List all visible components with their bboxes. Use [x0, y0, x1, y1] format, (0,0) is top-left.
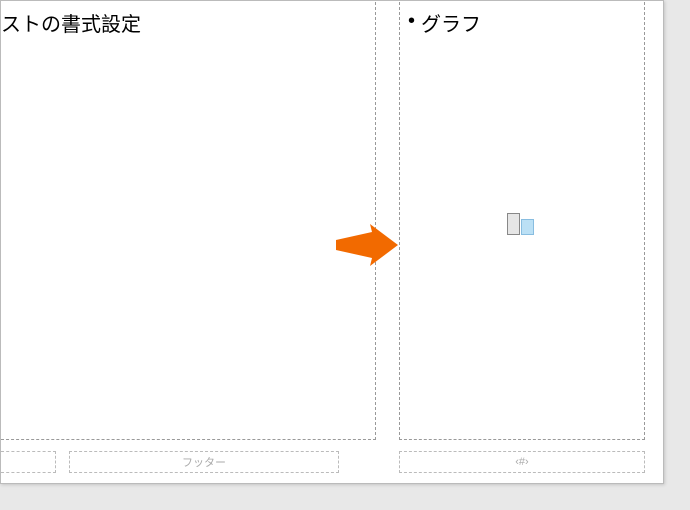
bullet-item: • グラフ: [400, 2, 644, 37]
chart-icon: [505, 207, 539, 235]
content-placeholder-right[interactable]: • グラフ: [399, 2, 645, 440]
placeholder-text: ストの書式設定: [1, 2, 375, 37]
insert-chart-button[interactable]: [505, 207, 539, 235]
footer-placeholder[interactable]: フッター: [69, 451, 339, 473]
footer-label: フッター: [182, 454, 226, 470]
slide-number-label: ‹#›: [515, 456, 528, 468]
slide-number-placeholder[interactable]: ‹#›: [399, 451, 645, 473]
arrow-right-icon: [332, 220, 402, 275]
bullet-text: グラフ: [421, 8, 481, 37]
bullet-dot-icon: •: [408, 8, 415, 34]
date-placeholder[interactable]: [1, 451, 56, 473]
content-placeholder-left[interactable]: ストの書式設定: [1, 2, 376, 440]
